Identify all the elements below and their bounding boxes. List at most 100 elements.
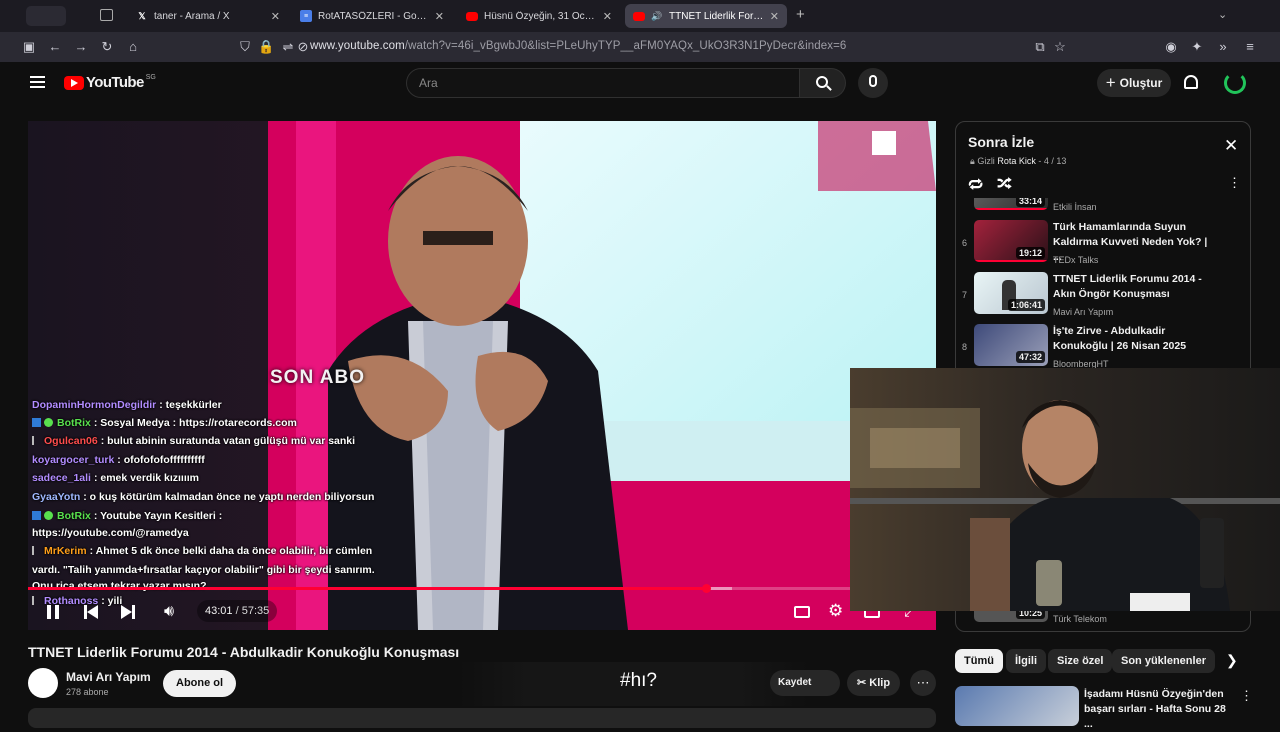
recommended-thumbnail[interactable] (955, 686, 1079, 726)
next-icon[interactable] (121, 604, 135, 620)
search-button[interactable] (800, 68, 846, 98)
close-tab-icon[interactable]: ✕ (435, 10, 444, 23)
playlist-item[interactable]: 7 1:06:41 TTNET Liderlik Forumu 2014 - A… (956, 272, 1250, 322)
bookmark-star-icon[interactable]: ☆ (1052, 39, 1068, 55)
search-input[interactable]: Ara (406, 68, 800, 98)
subscribe-button[interactable]: Abone ol (163, 670, 237, 697)
chat-username[interactable]: BotRix (57, 510, 91, 522)
tab-husnu-ozyegin[interactable]: Hüsnü Özyeğin, 31 Ocak 2017 P ✕ (458, 4, 620, 28)
close-tab-icon[interactable]: ✕ (770, 10, 779, 23)
sidebar-toggle-icon[interactable] (26, 6, 66, 26)
pause-icon[interactable] (47, 605, 59, 619)
more-actions-button[interactable]: ⋯ (910, 670, 936, 696)
share-icon[interactable]: » (1215, 39, 1231, 55)
chat-username[interactable]: koyargocer_turk (32, 454, 114, 466)
lock-icon[interactable]: 🔒 (258, 39, 274, 55)
channel-name[interactable]: Mavi Arı Yapım (66, 670, 151, 684)
back-icon[interactable]: ← (47, 39, 63, 55)
volume-icon[interactable]: 🔊︎ (164, 603, 174, 621)
youtube-icon (466, 11, 478, 21)
tab-google-docs[interactable]: ≡ RotATASÖZLERİ - Google Dokümanlar ✕ (292, 4, 452, 28)
playlist-position: 4 / 13 (1043, 156, 1067, 166)
tab-x-search[interactable]: 𝕏 taner - Arama / X ✕ (128, 4, 288, 28)
chat-username[interactable]: MrKerim (44, 545, 87, 557)
forward-icon[interactable]: → (73, 39, 89, 55)
tab-title: TTNET Liderlik Forumu 2014 (669, 10, 764, 22)
chat-text: : yili (101, 595, 123, 607)
duration: 57:35 (241, 605, 270, 617)
video-thumbnail: 1:06:41 (974, 272, 1048, 314)
voice-search-button[interactable] (858, 68, 888, 98)
create-button[interactable]: + Oluştur (1097, 69, 1171, 97)
close-icon[interactable]: ✕ (1224, 136, 1238, 156)
chat-text: : o kuş kötürüm kalmadan önce ne yaptı n… (83, 491, 375, 503)
picture-in-picture-icon[interactable]: ⧉ (1032, 39, 1048, 55)
chat-username[interactable]: GyaaYotn (32, 491, 80, 503)
chip-all[interactable]: Tümü (955, 649, 1003, 673)
sidebar-icon[interactable]: ▣ (21, 39, 37, 55)
playlist-item[interactable]: 8 47:32 İş'te Zirve - Abdulkadir Konukoğ… (956, 324, 1250, 368)
chat-message: Rothanoss: yili (32, 595, 122, 607)
chat-username[interactable]: Ogulcan06 (44, 435, 98, 447)
close-tab-icon[interactable]: ✕ (271, 10, 280, 23)
hamburger-menu-icon[interactable] (30, 76, 45, 88)
chip-related[interactable]: İlgili (1006, 649, 1046, 673)
home-icon[interactable]: ⌂ (125, 39, 141, 55)
playlist-item[interactable]: 6 19:12 Türk Hamamlarında Suyun Kaldırma… (956, 220, 1250, 270)
playlist-title: Sonra İzle (968, 134, 1035, 150)
address-bar[interactable]: www.youtube.com/watch?v=46i_vBgwbJ0&list… (310, 40, 846, 52)
notifications-bell-icon[interactable] (1184, 75, 1198, 89)
recommended-title[interactable]: İşadamı Hüsnü Özyeğin'den başarı sırları… (1084, 687, 1234, 732)
clip-button[interactable]: ✂ Klip (847, 670, 901, 696)
description-box[interactable] (28, 708, 936, 728)
profile-icon[interactable]: ◉ (1163, 39, 1179, 55)
url-path: /watch?v=46i_vBgwbJ0&list=PLeUhyTYP__aFM… (404, 40, 847, 52)
chat-username[interactable]: sadece_1ali (32, 472, 91, 484)
chat-text: : bulut abinin suratunda vatan gülüşü mü… (100, 435, 356, 447)
tab-ttnet-active[interactable]: 🔊 TTNET Liderlik Forumu 2014 ✕ (625, 4, 787, 28)
reload-icon[interactable]: ↻ (99, 39, 115, 55)
avatar[interactable] (1224, 72, 1246, 94)
region-code: SG (145, 74, 156, 81)
progress-bar[interactable] (28, 584, 936, 593)
previous-icon[interactable] (84, 604, 98, 620)
video-player[interactable]: SON ABO DopaminHormonDegildir: teşekkürl… (28, 121, 936, 630)
chip-for-you[interactable]: Size özel (1048, 649, 1113, 673)
menu-icon[interactable]: ≡ (1242, 39, 1258, 55)
chips-next-chevron-icon[interactable]: ❯ (1226, 652, 1238, 669)
playlist-meta: 🔒︎ Gizli Rota Kick - 4 / 13 (970, 156, 1067, 166)
channel-avatar[interactable] (28, 668, 58, 698)
stream-caption: #hı? (620, 670, 657, 691)
muted-mic-icon[interactable]: ⊘ (295, 39, 311, 55)
lock-icon: 🔒︎ (970, 156, 975, 166)
chat-message: BotRix: Youtube Yayın Kesitleri : (32, 510, 222, 522)
close-tab-icon[interactable]: ✕ (603, 10, 612, 23)
shuffle-icon[interactable]: 🔀︎ (997, 173, 1012, 195)
shield-icon[interactable]: ⛉ (237, 39, 253, 55)
permissions-icon[interactable]: ⇌ (280, 39, 296, 55)
video-thumbnail: 19:12 (974, 220, 1048, 262)
sub-badge-icon (32, 546, 38, 555)
progress-played (28, 587, 707, 590)
subtitles-icon[interactable] (794, 606, 810, 618)
settings-gear-icon[interactable]: ⚙ (828, 601, 843, 621)
playlist-item[interactable]: 33:14 Etkili İnsan (956, 198, 1250, 218)
recommended-more-icon[interactable]: ⋮ (1240, 688, 1253, 704)
chat-username[interactable]: DopaminHormonDegildir (32, 399, 156, 411)
new-tab-button[interactable]: + (796, 6, 805, 23)
chip-recently-uploaded[interactable]: Son yüklenenler (1112, 649, 1215, 673)
youtube-wordmark: YouTube (86, 74, 144, 91)
chat-text-continuation: vardı. "Talih yanımda+fırsatlar kaçıyor … (32, 564, 375, 576)
extensions-icon[interactable]: ✦ (1189, 39, 1205, 55)
chat-username[interactable]: BotRix (57, 417, 91, 429)
tab-overview-icon[interactable] (100, 9, 113, 21)
chat-text: : Youtube Yayın Kesitleri : (93, 510, 223, 522)
speaker-icon[interactable]: 🔊 (651, 10, 663, 22)
playlist-owner[interactable]: Rota Kick (997, 156, 1036, 166)
tab-list-chevron-icon[interactable]: ⌄ (1218, 8, 1227, 21)
loop-icon[interactable]: 🔁︎ (968, 174, 983, 196)
youtube-logo[interactable]: YouTube SG (64, 74, 156, 91)
webcam-overlay (850, 368, 1280, 611)
more-options-icon[interactable]: ⋮ (1228, 175, 1241, 191)
save-button[interactable]: Kaydet (770, 670, 840, 696)
